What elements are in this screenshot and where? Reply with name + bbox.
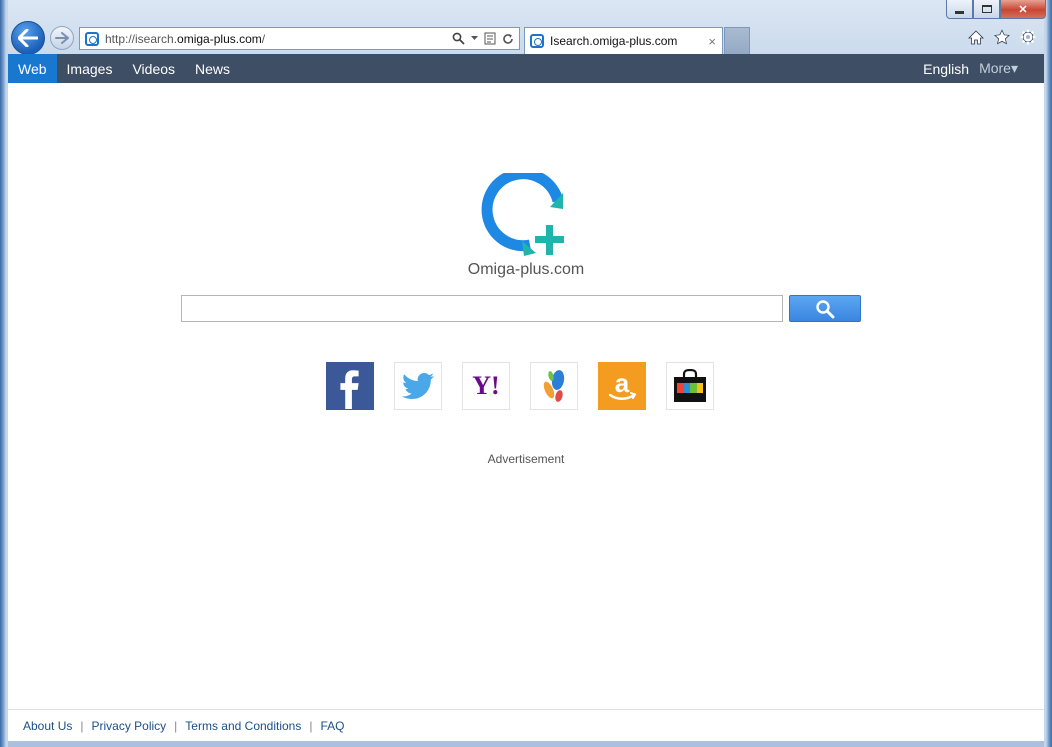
facebook-shortcut[interactable] xyxy=(326,362,374,410)
tab-favicon-icon xyxy=(530,34,544,48)
minimize-icon xyxy=(955,10,964,14)
search-icon[interactable] xyxy=(452,32,465,45)
window-caption-buttons: ✕ xyxy=(946,0,1046,20)
new-tab-button[interactable] xyxy=(724,27,750,54)
url-domain: omiga-plus.com xyxy=(177,31,262,46)
back-button[interactable] xyxy=(11,21,45,55)
window-border-left xyxy=(0,0,8,747)
advertisement-label: Advertisement xyxy=(487,452,565,466)
minimize-button[interactable] xyxy=(946,0,973,19)
url-prefix: http://isearch. xyxy=(105,31,178,46)
url-suffix: / xyxy=(261,31,266,46)
amazon-shortcut[interactable]: a xyxy=(598,362,646,410)
brand-name: Omiga-plus.com xyxy=(467,261,585,278)
shop-shortcut[interactable] xyxy=(666,362,714,410)
maximize-button[interactable] xyxy=(973,0,1000,19)
twitter-shortcut[interactable] xyxy=(394,362,442,410)
browser-window: ✕ http://isearch.omiga-plus.com/ Isearch… xyxy=(0,0,1052,747)
footer-separator: | xyxy=(80,718,84,733)
facebook-icon xyxy=(340,370,359,409)
amazon-letter: a xyxy=(615,368,630,398)
amazon-icon: a xyxy=(608,368,637,400)
forward-arrow-icon xyxy=(55,32,69,44)
shortcut-tiles: Y! a xyxy=(326,362,714,410)
footer: About Us | Privacy Policy | Terms and Co… xyxy=(8,709,1044,741)
favorites-star-icon[interactable] xyxy=(994,29,1010,45)
browser-toolbar-right xyxy=(968,29,1036,45)
yahoo-icon: Y! xyxy=(472,371,500,400)
home-icon[interactable] xyxy=(968,29,984,45)
footer-privacy-link[interactable]: Privacy Policy xyxy=(91,719,166,733)
refresh-icon[interactable] xyxy=(502,33,514,45)
compatibility-icon[interactable] xyxy=(484,32,496,45)
footer-about-link[interactable]: About Us xyxy=(23,719,72,733)
maximize-icon xyxy=(981,5,992,13)
shopping-feet-icon xyxy=(543,370,565,402)
site-favicon-icon xyxy=(85,31,99,46)
feet-shortcut[interactable] xyxy=(530,362,578,410)
address-tools xyxy=(452,32,514,45)
footer-separator: | xyxy=(174,718,178,733)
search-button[interactable] xyxy=(789,295,861,322)
footer-terms-link[interactable]: Terms and Conditions xyxy=(185,719,301,733)
forward-button[interactable] xyxy=(50,26,74,50)
close-window-button[interactable]: ✕ xyxy=(1000,0,1046,19)
browser-tab[interactable]: Isearch.omiga-plus.com × xyxy=(524,27,723,54)
footer-separator: | xyxy=(309,718,313,733)
shopping-bag-icon xyxy=(674,369,706,402)
nav-videos[interactable]: Videos xyxy=(122,54,185,83)
omiga-logo-icon xyxy=(481,173,564,256)
nav-web[interactable]: Web xyxy=(8,54,57,83)
nav-images[interactable]: Images xyxy=(57,54,123,83)
search-icon xyxy=(816,299,835,318)
footer-faq-link[interactable]: FAQ xyxy=(320,719,344,733)
settings-gear-icon[interactable] xyxy=(1020,29,1036,45)
dropdown-icon[interactable] xyxy=(471,36,478,41)
search-input[interactable] xyxy=(181,295,783,322)
language-selector[interactable]: English xyxy=(913,54,979,83)
page-content: Omiga-plus.com Y! a Advertisement About … xyxy=(8,83,1044,741)
tab-title: Isearch.omiga-plus.com xyxy=(550,34,678,48)
yahoo-shortcut[interactable]: Y! xyxy=(462,362,510,410)
url-text[interactable]: http://isearch.omiga-plus.com/ xyxy=(105,32,452,46)
tab-close-icon[interactable]: × xyxy=(708,34,716,49)
twitter-icon xyxy=(401,373,434,399)
more-menu[interactable]: More▾ xyxy=(979,54,1028,83)
address-bar[interactable]: http://isearch.omiga-plus.com/ xyxy=(79,27,520,50)
search-nav-bar: Web Images Videos News English More▾ xyxy=(8,54,1044,83)
back-arrow-icon xyxy=(18,29,38,47)
nav-news[interactable]: News xyxy=(185,54,240,83)
window-border-right xyxy=(1044,0,1052,747)
close-icon: ✕ xyxy=(1018,3,1028,16)
